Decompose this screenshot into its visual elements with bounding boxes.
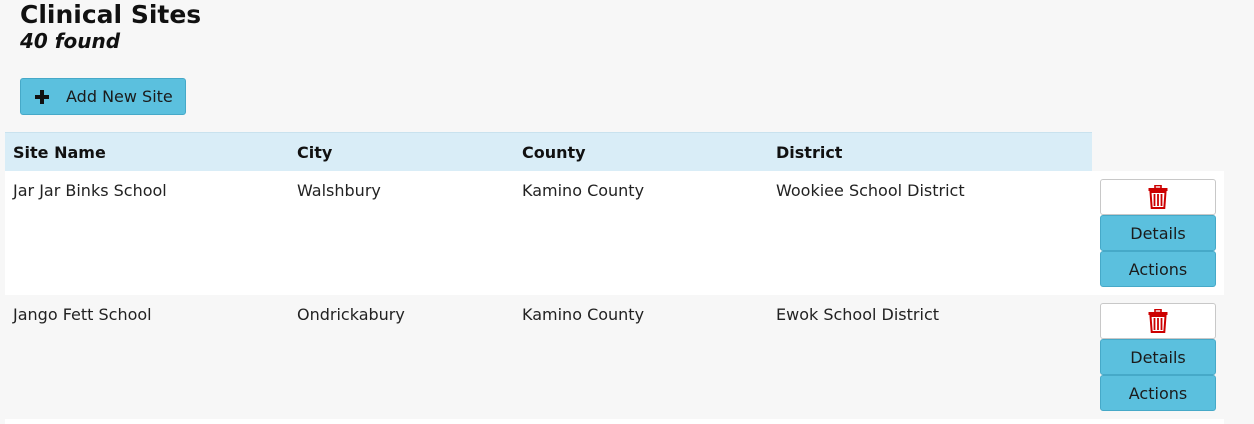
cell-district: Ewok School District: [776, 305, 940, 324]
cell-city: Ondrickabury: [297, 305, 405, 324]
row-actions: Details Actions: [1100, 179, 1216, 287]
column-header-district[interactable]: District: [776, 143, 842, 162]
clinical-sites-page: Clinical Sites 40 found Add New Site Sit…: [0, 0, 1254, 424]
details-button[interactable]: Details: [1100, 215, 1216, 251]
result-count: 40 found: [20, 29, 121, 53]
cell-site-name: Jar Jar Binks School: [13, 181, 167, 200]
column-header-city[interactable]: City: [297, 143, 332, 162]
page-title: Clinical Sites: [20, 0, 202, 29]
column-header-site-name[interactable]: Site Name: [13, 143, 106, 162]
table-row: Jar Jar Binks School Walshbury Kamino Co…: [5, 171, 1224, 295]
add-new-site-label: Add New Site: [66, 87, 173, 106]
plus-icon: [35, 89, 49, 104]
details-button[interactable]: Details: [1100, 339, 1216, 375]
cell-site-name: Jango Fett School: [13, 305, 152, 324]
add-new-site-button[interactable]: Add New Site: [20, 78, 186, 115]
table-row: [5, 419, 1224, 424]
cell-county: Kamino County: [522, 181, 645, 200]
delete-button[interactable]: [1100, 179, 1216, 215]
delete-button[interactable]: [1100, 303, 1216, 339]
cell-county: Kamino County: [522, 305, 645, 324]
actions-button[interactable]: Actions: [1100, 251, 1216, 287]
column-header-county[interactable]: County: [522, 143, 586, 162]
cell-district: Wookiee School District: [776, 181, 965, 200]
actions-button[interactable]: Actions: [1100, 375, 1216, 411]
trash-icon: [1148, 309, 1168, 333]
cell-city: Walshbury: [297, 181, 381, 200]
table-header: Site Name City County District: [5, 132, 1092, 171]
table-row: Jango Fett School Ondrickabury Kamino Co…: [5, 295, 1224, 419]
row-actions: Details Actions: [1100, 303, 1216, 411]
trash-icon: [1148, 185, 1168, 209]
